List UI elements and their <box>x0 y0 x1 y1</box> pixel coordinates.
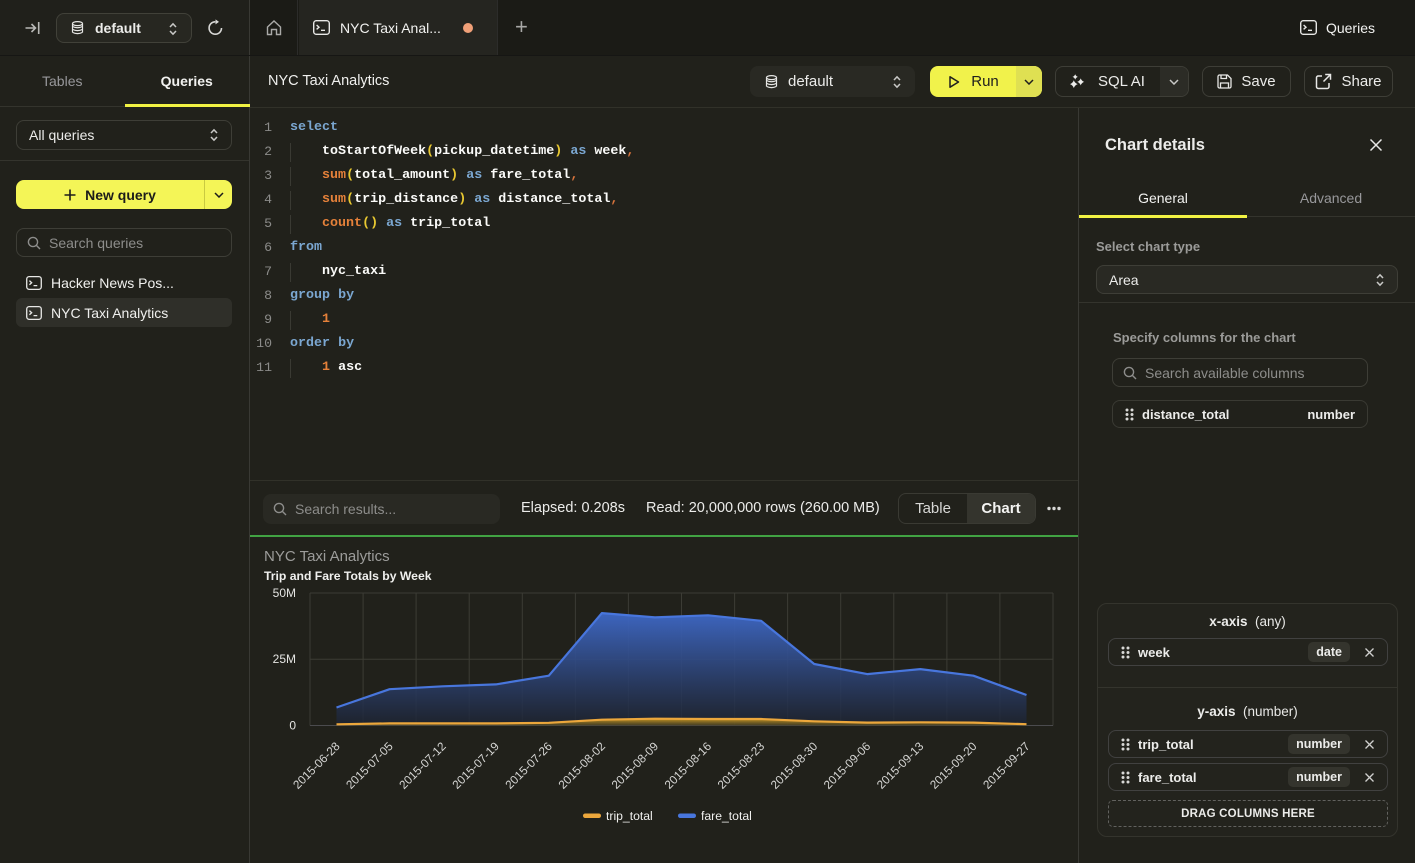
svg-text:2015-09-27: 2015-09-27 <box>980 739 1033 792</box>
svg-text:2015-07-05: 2015-07-05 <box>343 739 396 792</box>
svg-text:trip_total: trip_total <box>606 809 653 823</box>
svg-text:Trip and Fare Totals by Week: Trip and Fare Totals by Week <box>264 569 432 583</box>
svg-text:2015-08-30: 2015-08-30 <box>768 739 821 792</box>
svg-text:2015-06-28: 2015-06-28 <box>290 739 343 792</box>
svg-text:2015-09-20: 2015-09-20 <box>927 739 980 792</box>
svg-text:NYC Taxi Analytics: NYC Taxi Analytics <box>264 548 390 565</box>
svg-text:25M: 25M <box>273 652 296 666</box>
svg-text:2015-08-09: 2015-08-09 <box>609 739 662 792</box>
svg-text:2015-07-26: 2015-07-26 <box>502 739 555 792</box>
svg-text:2015-07-19: 2015-07-19 <box>449 739 502 792</box>
svg-text:2015-09-13: 2015-09-13 <box>874 739 927 792</box>
svg-text:50M: 50M <box>273 586 296 600</box>
svg-text:2015-08-23: 2015-08-23 <box>715 739 768 792</box>
svg-text:0: 0 <box>289 719 296 733</box>
svg-text:2015-09-06: 2015-09-06 <box>821 739 874 792</box>
svg-text:2015-08-16: 2015-08-16 <box>662 739 715 792</box>
svg-text:2015-07-12: 2015-07-12 <box>396 739 449 792</box>
svg-text:fare_total: fare_total <box>701 809 752 823</box>
svg-text:2015-08-02: 2015-08-02 <box>555 739 608 792</box>
